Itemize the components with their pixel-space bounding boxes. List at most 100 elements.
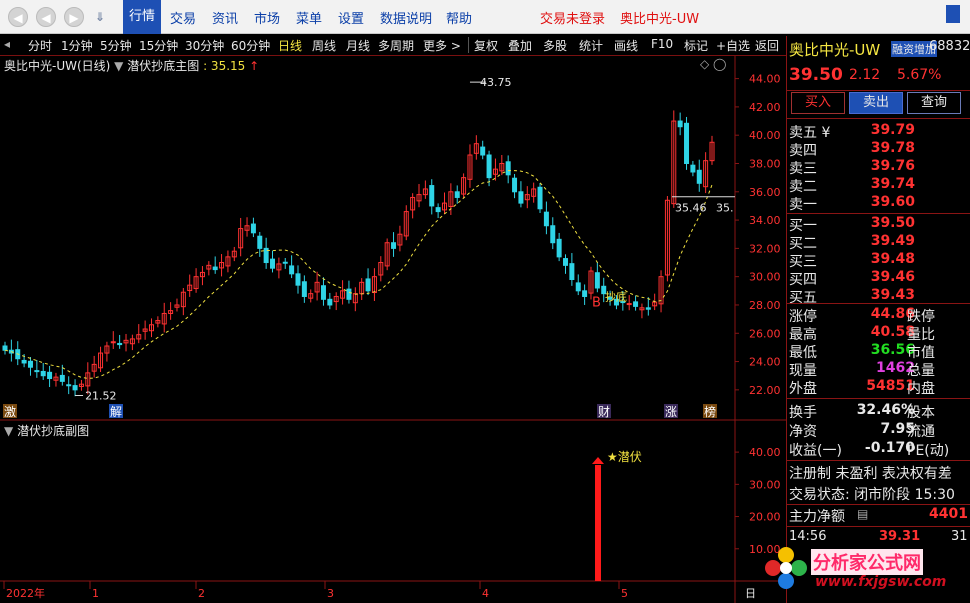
tool-restore-rights[interactable]: 复权 [474, 37, 498, 54]
candle-body [270, 258, 276, 269]
buy-signal-b: B [592, 295, 601, 310]
fund-row-value: -0.170 [864, 440, 915, 456]
stat-row-label2: 总量 [907, 363, 935, 379]
y-tick-label: 42.00 [749, 101, 781, 114]
menu-menu[interactable]: 菜单 [296, 8, 322, 27]
candle-body [696, 169, 702, 184]
stat-row-value: 40.58 [870, 324, 915, 340]
menu-settings[interactable]: 设置 [338, 8, 364, 27]
period-daily[interactable]: 日线 [278, 37, 302, 54]
event-marker: 涨 [665, 404, 677, 419]
ask-level-label: 卖一 [789, 197, 817, 213]
period-weekly[interactable]: 周线 [312, 37, 336, 54]
tool-back[interactable]: 返回 [755, 37, 779, 54]
tool-multi-stock[interactable]: 多股 [543, 37, 567, 54]
ask-level-value: 39.76 [870, 158, 915, 174]
window-control-icon[interactable] [946, 5, 960, 23]
panel-divider [787, 398, 970, 399]
period-multi[interactable]: 多周期 [378, 37, 414, 54]
candle-body [327, 298, 333, 306]
stat-row-label2: 内盘 [907, 381, 935, 397]
tool-statistics[interactable]: 统计 [579, 37, 603, 54]
candle-body [250, 223, 256, 234]
period-30min[interactable]: 30分钟 [185, 37, 224, 54]
fund-row: 换手 32.46% 股本 [787, 402, 970, 421]
sub-indicator-dropdown-icon[interactable]: ▼ [4, 424, 13, 438]
quote-stock-code: 68832 [929, 39, 970, 54]
y-tick-label: 28.00 [749, 299, 781, 312]
period-15min[interactable]: 15分钟 [139, 37, 178, 54]
tool-overlay[interactable]: 叠加 [508, 37, 532, 54]
sub-chart-title[interactable]: 潜伏抄底副图 [17, 424, 89, 438]
menu-help[interactable]: 帮助 [446, 8, 472, 27]
bid-level-value: 39.48 [870, 251, 915, 267]
watermark: 分析家公式网 www.fxjgsw.com [763, 541, 968, 601]
panel-divider [787, 118, 970, 119]
y-tick-label: 34.00 [749, 214, 781, 227]
candle-body [289, 265, 295, 275]
latent-signal-label: ★潜伏 [607, 450, 642, 464]
last-price-marker-tail: 35. [716, 201, 734, 214]
tool-f10[interactable]: F10 [651, 37, 673, 51]
tool-draw-line[interactable]: 画线 [614, 37, 638, 54]
period-monthly[interactable]: 月线 [346, 37, 370, 54]
forward-icon[interactable]: ▶ [64, 7, 84, 27]
fund-row-label: 净资 [789, 424, 817, 440]
ask-level-value: 39.79 [870, 122, 915, 138]
menu-data-notes[interactable]: 数据说明 [380, 8, 432, 27]
main-flow-row: 主力净额 ▤ 4401 [787, 506, 970, 525]
candle-body [295, 273, 301, 286]
buy-button[interactable]: 买入 [791, 92, 845, 114]
fund-row-value: 7.95 [880, 421, 915, 437]
panel-divider [787, 90, 970, 91]
candle-body [454, 191, 460, 198]
forward-icon[interactable]: ◀ [36, 7, 56, 27]
kline-chart-svg[interactable]: 44.00 42.00 40.00 38.00 36.00 34.00 32.00 30.00… [0, 56, 786, 603]
period-5min[interactable]: 5分钟 [100, 37, 132, 54]
ask-level-value: 39.60 [870, 194, 915, 210]
high-price-label: 43.75 [480, 76, 512, 89]
collapse-chevron-icon[interactable]: ⇓ [90, 7, 110, 27]
scroll-left-icon[interactable]: ◂ [4, 37, 10, 51]
tool-add-watchlist[interactable]: +自选 [716, 37, 750, 54]
ask-level: 卖一 39.60 [787, 194, 970, 213]
stat-row-value: 36.56 [870, 342, 915, 358]
main-chart-header: 奥比中光-UW(日线) ▼ 潜伏抄底主图 : 35.15 ↑ [4, 57, 259, 74]
last-price: 39.50 [789, 65, 843, 85]
chart-option-icons[interactable]: ◇ ◯ [700, 57, 726, 71]
menu-markets[interactable]: 市场 [254, 8, 280, 27]
candle-body [47, 371, 53, 380]
quote-stock-name: 奥比中光-UW [789, 41, 881, 59]
candle-body [543, 211, 549, 227]
period-intraday[interactable]: 分时 [28, 37, 52, 54]
back-icon[interactable]: ◀ [8, 7, 28, 27]
main-indicator-name[interactable]: 潜伏抄底主图 [127, 59, 199, 73]
ask-level: 卖三 39.76 [787, 158, 970, 177]
candle-body [391, 242, 397, 249]
latent-signal-bar [595, 465, 601, 581]
sub-y-tick-label: 20.00 [749, 511, 781, 524]
list-icon[interactable]: ▤ [857, 507, 868, 521]
period-60min[interactable]: 60分钟 [231, 37, 270, 54]
candle-body [633, 301, 639, 307]
up-arrow-icon: ↑ [249, 59, 260, 73]
sell-button[interactable]: 卖出 [849, 92, 903, 114]
bid-level-value: 39.50 [870, 215, 915, 231]
period-more[interactable]: 更多 > [423, 37, 461, 54]
bid-level-label: 买二 [789, 236, 817, 252]
menu-news[interactable]: 资讯 [212, 8, 238, 27]
trade-login-link[interactable]: 交易未登录 [540, 8, 605, 27]
indicator-dropdown-icon[interactable]: ▼ [114, 59, 123, 73]
candle-body [594, 272, 600, 289]
menu-trade[interactable]: 交易 [170, 8, 196, 27]
menu-market[interactable]: 行情 [123, 0, 162, 34]
listing-notice: 注册制 未盈利 表决权有差 [789, 466, 952, 482]
chart-area[interactable]: 44.00 42.00 40.00 38.00 36.00 34.00 32.00 30.00… [0, 56, 786, 603]
tool-mark[interactable]: 标记 [684, 37, 708, 54]
stat-row-label: 最低 [789, 345, 817, 361]
query-button[interactable]: 查询 [907, 92, 961, 114]
x-axis-label: 4 [482, 587, 489, 600]
period-1min[interactable]: 1分钟 [61, 37, 93, 54]
watermark-url: www.fxjgsw.com [815, 574, 947, 590]
stat-row-value: 1462 [876, 360, 915, 376]
